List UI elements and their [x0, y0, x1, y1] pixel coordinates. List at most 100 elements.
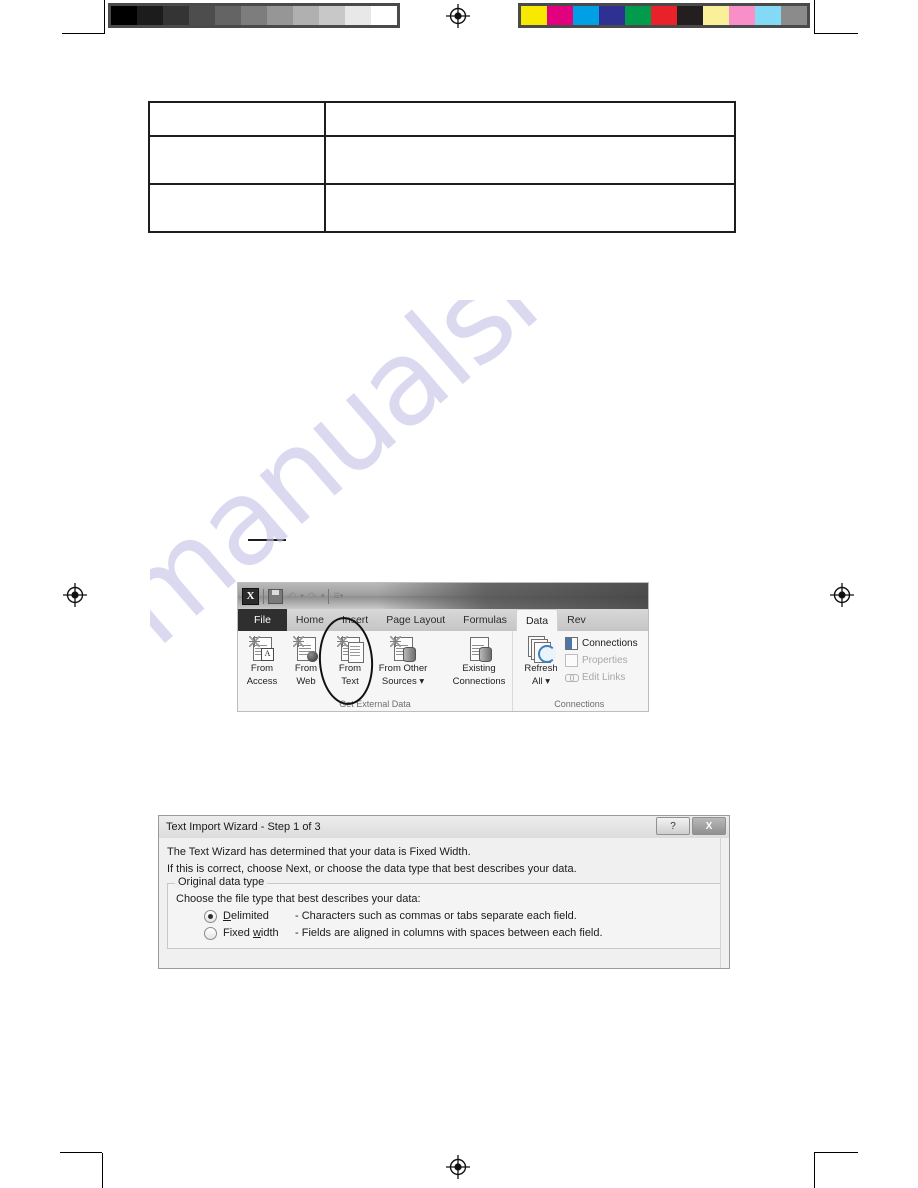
divider — [263, 588, 264, 604]
tab-formulas[interactable]: Formulas — [454, 609, 516, 631]
from-web-icon — [293, 636, 319, 662]
save-icon[interactable] — [268, 588, 283, 604]
color-swatch-8 — [729, 6, 755, 25]
dialog-title-bar: Text Import Wizard - Step 1 of 3 ? X — [159, 816, 729, 838]
color-swatch-5 — [651, 6, 677, 25]
tab-insert[interactable]: Insert — [333, 609, 377, 631]
dialog-body: The Text Wizard has determined that your… — [159, 838, 729, 949]
properties-button[interactable]: Properties — [563, 652, 640, 669]
from-text-icon — [337, 636, 364, 663]
table-cell — [148, 101, 326, 137]
redo-icon[interactable]: ↷ — [308, 590, 317, 603]
button-label: Refresh — [524, 663, 558, 674]
crop-mark-bottom-left — [60, 1152, 102, 1153]
grayscale-swatch-6 — [267, 6, 293, 25]
item-label: Connections — [582, 638, 638, 649]
color-control-bar — [518, 3, 810, 28]
ribbon-group-connections: Refresh All ▾ Connections Properties Edi… — [512, 631, 642, 711]
group-title-connections: Connections — [554, 699, 605, 709]
content-table — [148, 101, 736, 233]
dialog-title: Text Import Wizard - Step 1 of 3 — [166, 821, 321, 833]
from-access-icon: A — [249, 636, 275, 662]
tab-home[interactable]: Home — [287, 609, 333, 631]
radio-label: Delimited — [223, 910, 269, 922]
grayscale-swatch-8 — [319, 6, 345, 25]
table-cell — [148, 135, 326, 185]
button-label: From — [294, 663, 318, 674]
radio-option-delimited[interactable]: Delimited - Characters such as commas or… — [176, 908, 712, 925]
tab-data[interactable]: Data — [515, 609, 559, 631]
registration-target-icon — [830, 583, 854, 607]
button-label: From Other — [378, 663, 428, 674]
from-other-sources-icon — [390, 636, 416, 662]
crop-mark-top-right — [814, 33, 858, 34]
radio-description: - Characters such as commas or tabs sepa… — [295, 910, 577, 922]
grayscale-swatch-0 — [111, 6, 137, 25]
connections-button[interactable]: Connections — [563, 635, 640, 652]
grayscale-swatch-3 — [189, 6, 215, 25]
color-swatch-0 — [521, 6, 547, 25]
table-row — [148, 135, 736, 185]
color-swatch-1 — [547, 6, 573, 25]
button-label: From — [250, 663, 274, 674]
crop-mark-top-right — [814, 0, 815, 34]
ribbon-content: A From Access From Web From Text From Ot… — [238, 631, 648, 711]
edit-links-icon — [565, 673, 579, 682]
refresh-all-button[interactable]: Refresh All ▾ — [519, 634, 563, 687]
radio-button[interactable] — [204, 927, 217, 940]
tab-file[interactable]: File — [238, 609, 287, 631]
scan-shadow — [378, 583, 648, 609]
radio-option-fixed-width[interactable]: Fixed width - Fields are aligned in colu… — [176, 925, 712, 942]
color-swatch-6 — [677, 6, 703, 25]
crop-mark-bottom-right — [814, 1152, 858, 1153]
refresh-all-icon — [528, 636, 556, 663]
button-label: Sources ▾ — [381, 675, 425, 687]
color-swatch-7 — [703, 6, 729, 25]
excel-ribbon-screenshot: X ↶ ▾ ↷ ▾ ☰▾ File Home Insert Page Layou… — [238, 583, 648, 711]
tab-review[interactable]: Rev — [558, 609, 595, 631]
button-label: Access — [246, 675, 278, 687]
chevron-down-icon[interactable]: ▾ — [300, 592, 304, 600]
table-row — [148, 101, 736, 137]
button-label: Existing — [462, 663, 496, 674]
color-swatch-3 — [599, 6, 625, 25]
quick-access-toolbar: X ↶ ▾ ↷ ▾ ☰▾ — [238, 583, 648, 609]
grayscale-swatch-1 — [137, 6, 163, 25]
excel-icon: X — [242, 587, 259, 605]
group-title-get-external-data: Get External Data — [339, 699, 411, 709]
button-label: Connections — [452, 675, 506, 687]
registration-target-icon — [446, 4, 470, 28]
from-access-button[interactable]: A From Access — [240, 634, 284, 687]
button-label: Text — [341, 675, 359, 687]
tab-page-layout[interactable]: Page Layout — [377, 609, 454, 631]
group-prompt: Choose the file type that best describes… — [176, 893, 421, 905]
existing-connections-icon — [466, 636, 492, 662]
item-label: Properties — [582, 655, 628, 666]
chevron-down-icon[interactable]: ▾ — [321, 592, 325, 600]
help-button[interactable]: ? — [656, 817, 690, 835]
grayscale-swatch-2 — [163, 6, 189, 25]
properties-icon — [565, 654, 578, 667]
button-label: Web — [296, 675, 316, 687]
button-label: From — [338, 663, 362, 674]
registration-target-icon — [446, 1155, 470, 1179]
ribbon-group-get-external-data: A From Access From Web From Text From Ot… — [238, 631, 512, 711]
from-text-button[interactable]: From Text — [328, 634, 372, 687]
from-web-button[interactable]: From Web — [284, 634, 328, 687]
radio-button[interactable] — [204, 910, 217, 923]
original-data-type-group: Original data type Choose the file type … — [167, 876, 721, 949]
item-label: Edit Links — [582, 672, 626, 683]
grayscale-swatch-10 — [371, 6, 397, 25]
undo-icon[interactable]: ↶ — [287, 590, 296, 603]
edit-links-button[interactable]: Edit Links — [563, 669, 640, 686]
dialog-window-buttons: ? X — [656, 817, 726, 835]
grayscale-swatch-4 — [215, 6, 241, 25]
from-other-sources-button[interactable]: From Other Sources ▾ — [372, 634, 434, 687]
grayscale-swatch-9 — [345, 6, 371, 25]
color-swatch-4 — [625, 6, 651, 25]
close-button[interactable]: X — [692, 817, 726, 835]
dialog-scrollbar[interactable] — [720, 838, 729, 968]
crop-mark-bottom-right — [814, 1153, 815, 1188]
customize-qat-icon[interactable]: ☰▾ — [333, 592, 343, 600]
existing-connections-button[interactable]: Existing Connections — [448, 634, 510, 687]
